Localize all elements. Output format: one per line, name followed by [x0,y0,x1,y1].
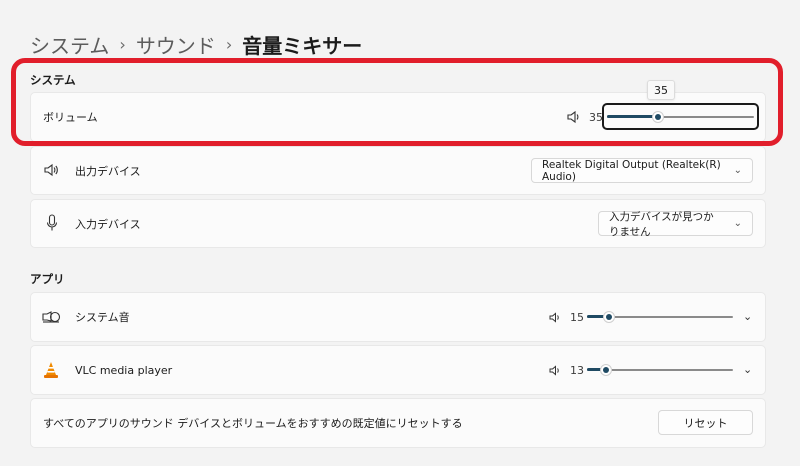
breadcrumb-sound[interactable]: サウンド [136,30,216,59]
volume-value: 35 [589,111,603,124]
vlc-icon [43,361,59,379]
microphone-icon [46,214,58,232]
chevron-down-icon: ⌄ [733,165,742,176]
chevron-down-icon: ⌄ [733,218,742,229]
volume-slider[interactable] [607,109,754,125]
page-title: 音量ミキサー [242,34,363,58]
slider-fill [607,115,658,118]
speaker-icon[interactable] [549,312,561,323]
output-device-label: 出力デバイス [75,164,141,178]
breadcrumb: システム › サウンド › 音量ミキサー [30,30,362,59]
reset-button[interactable]: リセット [658,410,753,435]
app-volume-slider[interactable] [587,362,733,378]
chevron-down-icon[interactable]: ⌄ [743,363,752,376]
app-name: VLC media player [75,363,173,377]
output-device-dropdown[interactable]: Realtek Digital Output (Realtek(R) Audio… [531,158,753,183]
reset-card: すべてのアプリのサウンド デバイスとボリュームをおすすめの既定値にリセットする [30,398,766,448]
input-device-selected: 入力デバイスが見つかりません [609,210,714,238]
speaker-icon[interactable] [549,365,561,376]
chevron-right-icon: › [119,35,126,54]
app-volume-value: 15 [570,311,584,324]
slider-thumb[interactable] [603,311,615,323]
app-name: システム音 [75,311,130,324]
system-sounds-icon [41,310,61,324]
app-volume-value: 13 [570,364,584,377]
volume-label: ボリューム [43,111,98,124]
reset-description: すべてのアプリのサウンド デバイスとボリュームをおすすめの既定値にリセットする [43,417,463,430]
breadcrumb-system[interactable]: システム [30,30,109,59]
speaker-icon [43,163,59,177]
output-device-selected: Realtek Digital Output (Realtek(R) Audio… [542,158,721,183]
input-device-dropdown[interactable]: 入力デバイスが見つかりません ⌄ [598,210,753,238]
section-title-apps: アプリ [30,272,65,286]
chevron-right-icon: › [225,35,233,54]
chevron-down-icon[interactable]: ⌄ [743,310,752,323]
slider-thumb[interactable] [652,111,664,123]
volume-tooltip: 35 [647,80,675,100]
app-volume-slider[interactable] [587,309,733,325]
input-device-label: 入力デバイス [75,217,141,231]
slider-thumb[interactable] [600,364,612,376]
speaker-icon[interactable] [566,110,582,124]
section-title-system: システム [30,73,76,87]
